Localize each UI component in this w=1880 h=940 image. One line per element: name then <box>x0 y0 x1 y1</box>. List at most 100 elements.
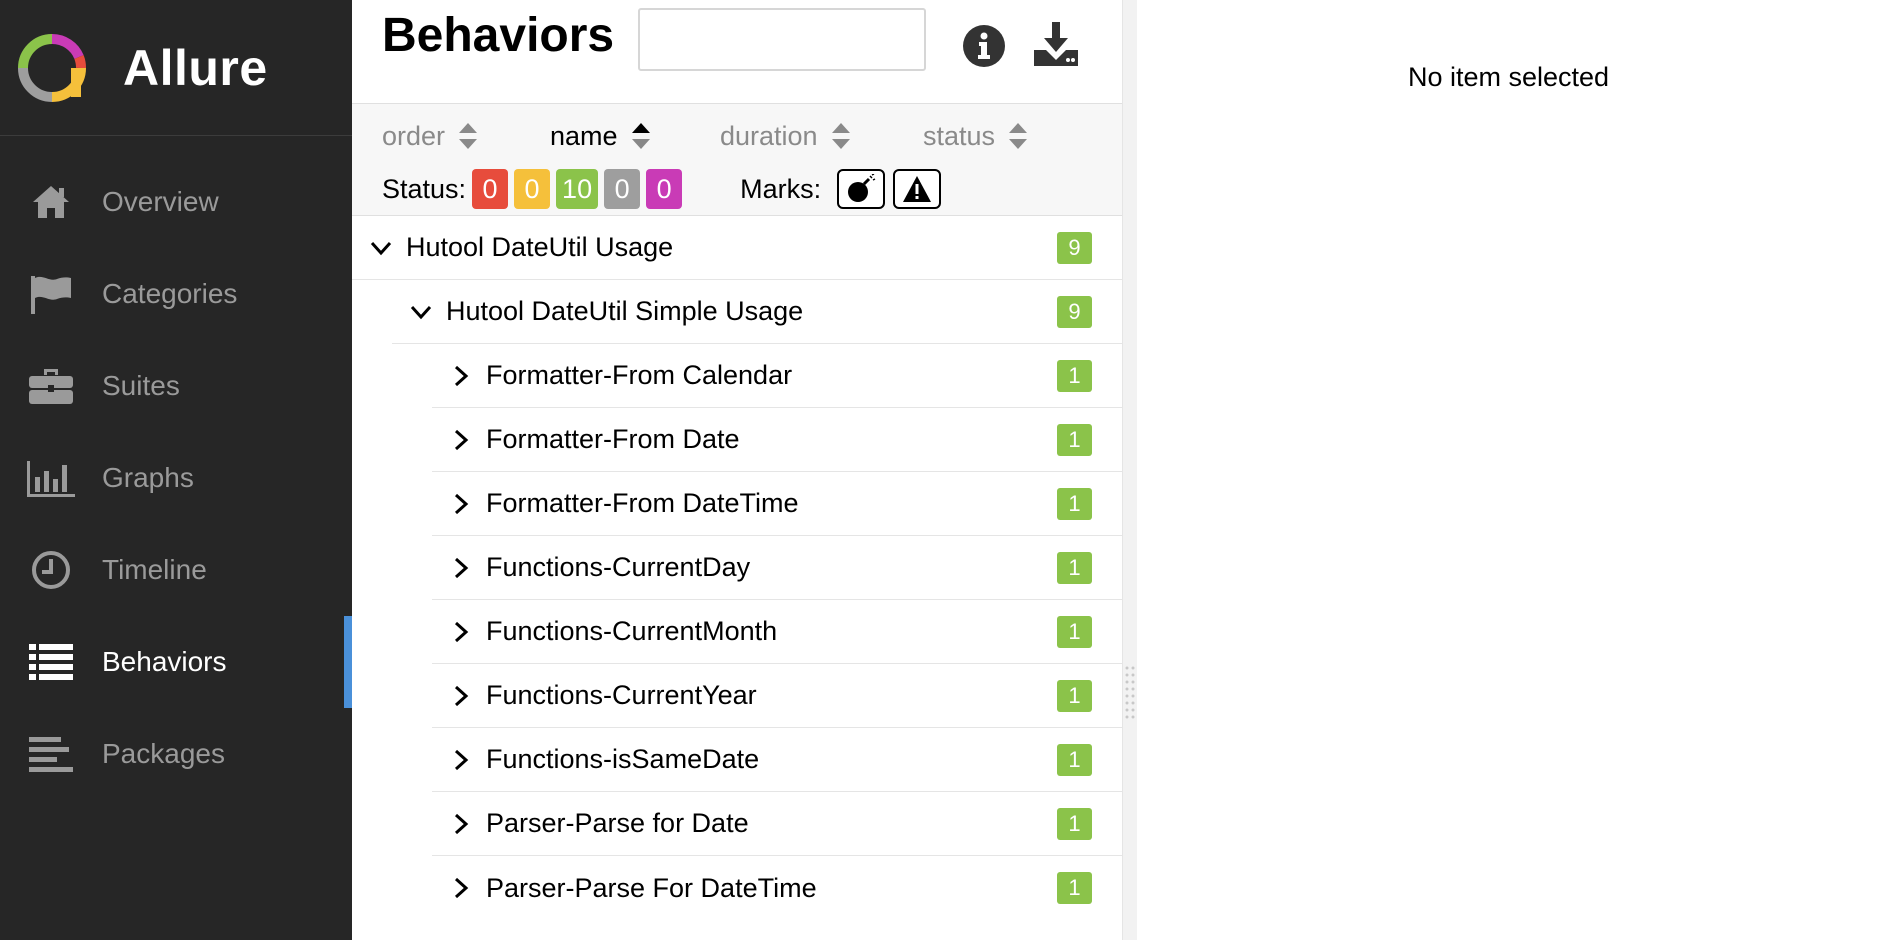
tree-row-story[interactable]: Hutool DateUtil Simple Usage 9 <box>392 280 1122 344</box>
warning-icon <box>903 176 932 202</box>
sidebar-item-label: Graphs <box>102 462 194 493</box>
drag-handle-icon <box>1125 666 1135 719</box>
tree-row-test[interactable]: Formatter-From Calendar 1 <box>432 344 1122 408</box>
sidebar-item-label: Overview <box>102 186 219 217</box>
sidebar-item-suites[interactable]: Suites <box>0 340 352 432</box>
brand-name: Allure <box>123 39 268 96</box>
tree-row-test[interactable]: Functions-CurrentMonth 1 <box>432 600 1122 664</box>
sidebar-item-label: Suites <box>102 370 180 401</box>
chevron-right-icon <box>454 749 469 770</box>
sort-by-duration[interactable]: duration <box>720 121 923 152</box>
sort-label: duration <box>720 120 818 151</box>
tree-row-test[interactable]: Functions-CurrentDay 1 <box>432 536 1122 600</box>
status-passed-badge[interactable]: 10 <box>556 169 599 209</box>
download-icon[interactable] <box>1032 20 1080 68</box>
tree-row-count: 1 <box>1057 552 1092 584</box>
mark-known-issue-button[interactable] <box>893 169 942 209</box>
sort-by-status[interactable]: status <box>923 120 1028 152</box>
sidebar-item-categories[interactable]: Categories <box>0 248 352 340</box>
briefcase-icon <box>27 362 75 410</box>
mark-flaky-button[interactable] <box>837 169 886 209</box>
status-skipped-badge[interactable]: 0 <box>604 169 641 209</box>
sidebar-item-packages[interactable]: Packages <box>0 708 352 800</box>
info-icon[interactable] <box>962 24 1006 68</box>
tree-row-label: Parser-Parse for Date <box>486 808 749 838</box>
tree-row-feature[interactable]: Hutool DateUtil Usage 9 <box>352 216 1122 280</box>
tree-row-label: Functions-CurrentMonth <box>486 616 778 646</box>
status-failed-badge[interactable]: 0 <box>472 169 509 209</box>
bar-chart-icon <box>27 454 75 502</box>
sidebar-item-label: Behaviors <box>102 646 227 677</box>
chevron-down-icon <box>370 241 392 255</box>
tree-row-label: Formatter-From Calendar <box>486 360 793 390</box>
sidebar-item-behaviors[interactable]: Behaviors <box>0 616 352 708</box>
page-title: Behaviors <box>382 9 615 62</box>
sort-icon <box>459 123 478 149</box>
tree-row-count: 1 <box>1057 616 1092 648</box>
tree-row-count: 1 <box>1057 488 1092 520</box>
sidebar-item-overview[interactable]: Overview <box>0 156 352 248</box>
behaviors-pane: Behaviors order name duration status Sta… <box>352 0 1123 940</box>
sort-label: order <box>382 120 446 151</box>
brand[interactable]: Allure <box>0 0 352 136</box>
tree-toolbar: order name duration status Status: 0 0 1… <box>352 104 1122 216</box>
sidebar: Allure Overview Categories Suites Graphs… <box>0 0 352 940</box>
tree-row-count: 9 <box>1057 232 1092 264</box>
sidebar-item-label: Categories <box>102 278 238 309</box>
tree-row-test[interactable]: Functions-isSameDate 1 <box>432 728 1122 792</box>
sort-label: name <box>550 120 618 151</box>
chevron-right-icon <box>454 621 469 642</box>
chevron-right-icon <box>454 813 469 834</box>
detail-pane: No item selected <box>1137 0 1880 940</box>
tree-row-label: Formatter-From Date <box>486 424 740 454</box>
chevron-right-icon <box>454 877 469 899</box>
tree-row-count: 1 <box>1057 360 1092 392</box>
tree-row-test[interactable]: Parser-Parse for Date 1 <box>432 792 1122 856</box>
home-icon <box>27 178 75 226</box>
tree-row-test[interactable]: Parser-Parse For DateTime 1 <box>432 856 1122 920</box>
status-unknown-badge[interactable]: 0 <box>646 169 683 209</box>
tree-row-count: 1 <box>1057 808 1092 840</box>
sort-controls: order name duration status <box>382 116 1028 156</box>
clock-icon <box>27 546 75 594</box>
pane-resizer[interactable] <box>1123 0 1137 940</box>
sidebar-item-label: Packages <box>102 738 225 769</box>
tree-row-test[interactable]: Functions-CurrentYear 1 <box>432 664 1122 728</box>
tree-row-count: 1 <box>1057 424 1092 456</box>
list-icon <box>27 638 75 686</box>
chevron-right-icon <box>454 365 469 386</box>
tree-row-count: 1 <box>1057 680 1092 712</box>
status-broken-badge[interactable]: 0 <box>514 169 551 209</box>
sort-icon <box>631 123 650 149</box>
sort-icon <box>831 123 850 149</box>
chevron-right-icon <box>454 493 469 514</box>
empty-state-message: No item selected <box>1407 62 1610 92</box>
chevron-right-icon <box>454 429 469 450</box>
chevron-right-icon <box>454 685 469 706</box>
sidebar-item-graphs[interactable]: Graphs <box>0 432 352 524</box>
sort-by-name[interactable]: name <box>550 121 720 152</box>
status-filter: Status: 0 0 10 0 0 Marks: <box>382 168 942 210</box>
behaviors-tree: Hutool DateUtil Usage 9 Hutool DateUtil … <box>352 216 1122 920</box>
bomb-icon <box>848 174 876 202</box>
tree-row-count: 1 <box>1057 872 1092 904</box>
sort-label: status <box>923 120 996 151</box>
tree-row-test[interactable]: Formatter-From Date 1 <box>432 408 1122 472</box>
sidebar-item-timeline[interactable]: Timeline <box>0 524 352 616</box>
tree-row-test[interactable]: Formatter-From DateTime 1 <box>432 472 1122 536</box>
flag-icon <box>27 270 75 318</box>
tree-row-count: 9 <box>1057 296 1092 328</box>
marks-label: Marks: <box>740 173 822 204</box>
tree-row-label: Functions-CurrentDay <box>486 552 751 582</box>
tree-row-label: Functions-CurrentYear <box>486 680 757 710</box>
chevron-right-icon <box>454 557 469 578</box>
sidebar-item-label: Timeline <box>102 554 207 585</box>
pane-header: Behaviors <box>352 0 1122 104</box>
search-input[interactable] <box>638 8 926 71</box>
tree-row-label: Hutool DateUtil Usage <box>406 232 674 262</box>
tree-row-count: 1 <box>1057 744 1092 776</box>
status-filter-label: Status: <box>382 173 467 204</box>
align-left-icon <box>27 730 75 778</box>
sort-by-order[interactable]: order <box>382 121 550 152</box>
sort-icon <box>1009 123 1028 149</box>
